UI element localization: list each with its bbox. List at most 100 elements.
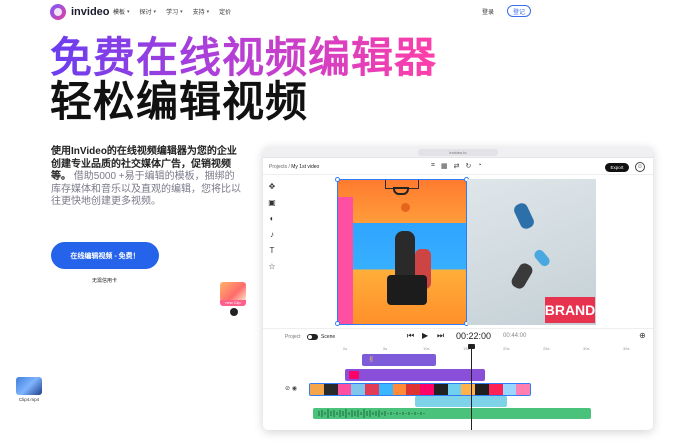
image-icon[interactable]: ▣ [267, 197, 277, 208]
playhead[interactable] [468, 344, 475, 430]
menu-item-templates[interactable]: 模板 ▾ [113, 7, 130, 17]
editor-sidebar: ✥ ▣ ◐ ♪ T ☆ [267, 181, 277, 272]
shoes-clip-preview[interactable]: BRAND [467, 179, 596, 325]
menu-item-pricing[interactable]: 定价 [219, 7, 231, 16]
film-frame [488, 384, 503, 395]
scene-shape [509, 261, 535, 291]
login-link[interactable]: 登录 [482, 7, 494, 16]
timer-icon[interactable]: ◔ [477, 162, 481, 170]
skip-back-icon[interactable]: ⏮ [407, 331, 414, 341]
timeline: 0s 5s 10s 15s 20s 25s 30s 35s ✌ ⊘ ◉ [263, 344, 653, 430]
chevron-down-icon: ▾ [153, 8, 157, 15]
swap-icon[interactable]: ⇄ [454, 162, 460, 170]
new-clip-label: new Clip [220, 300, 246, 306]
scene-shape [512, 201, 536, 231]
film-frame [323, 384, 338, 395]
selection-box[interactable] [335, 177, 469, 326]
secondary-clip-track[interactable] [415, 396, 507, 407]
invideo-logo-icon [50, 4, 66, 20]
menu-item-explore[interactable]: 探讨 ▾ [139, 7, 157, 17]
brand-name: invideo [71, 6, 110, 18]
signup-button[interactable]: 登记 [507, 5, 531, 17]
clip-thumbnail [16, 377, 42, 395]
hero-title-line1: 免费在线视频编辑器 [50, 34, 438, 81]
ruler-tick: 5s [383, 346, 388, 351]
video-canvas: BRAND [335, 177, 596, 326]
description-muted: 借助5000 +易于编辑的模板，捆绑的库存媒体和音乐以及直观的编辑，您将比以往更… [51, 171, 241, 207]
film-frame [447, 384, 462, 395]
text-layer-track[interactable]: ✌ [362, 354, 436, 366]
waveform-graphic [318, 409, 425, 418]
menu-item-learn[interactable]: 学习 ▾ [166, 7, 183, 17]
ruler-tick: 10s [423, 346, 430, 351]
breadcrumb-current-project: My 1st video [291, 164, 320, 170]
skip-forward-icon[interactable]: ⏭ [437, 331, 444, 341]
sticker-icon[interactable]: ☆ [267, 261, 277, 272]
layout-icon[interactable]: ⌗ [431, 162, 435, 170]
top-nav: invideo 模板 ▾ 探讨 ▾ 学习 ▾ 支持 ▾ 定价 登录 登记 [0, 0, 691, 24]
clip-thumbnail [220, 282, 246, 301]
chevron-down-icon: ▾ [127, 8, 130, 15]
text-icon[interactable]: T [267, 245, 277, 256]
drag-cursor-icon [230, 308, 238, 316]
editor-window: invideo.io Projects / My 1st video ⌗ ▦ ⇄… [263, 147, 653, 430]
edit-video-free-button[interactable]: 在线编辑视频 - 免费！ [51, 242, 159, 269]
film-frame [420, 384, 434, 395]
breadcrumb-projects[interactable]: Projects [269, 164, 287, 170]
move-icon[interactable]: ✥ [267, 181, 277, 192]
breadcrumb: Projects / My 1st video [269, 164, 319, 170]
play-icon[interactable]: ▶ [422, 331, 428, 340]
film-frame [392, 384, 407, 395]
project-scene-toggle[interactable] [307, 334, 318, 340]
resize-handle[interactable] [335, 321, 340, 326]
total-time: 00:44:00 [503, 333, 527, 339]
ruler-tick: 35s [623, 346, 630, 351]
film-frame [365, 384, 379, 395]
overlay-thumb [349, 371, 359, 379]
chevron-down-icon: ▾ [180, 8, 183, 15]
film-frame [475, 384, 489, 395]
lock-icon[interactable]: ⊘ ◉ [285, 385, 297, 392]
export-button[interactable]: Export [605, 163, 629, 172]
video-clip-track[interactable] [309, 383, 531, 396]
overlay-track[interactable] [345, 369, 485, 381]
chevron-down-icon: ▾ [206, 8, 210, 15]
scene-shape [532, 247, 552, 269]
music-icon[interactable]: ♪ [267, 229, 277, 240]
scene-toggle-label: Scene [321, 334, 336, 340]
menu-label: 探讨 [139, 10, 152, 16]
brand-text-overlay[interactable]: BRAND [545, 297, 595, 323]
film-frame [502, 384, 517, 395]
film-frame [310, 384, 324, 395]
address-bar: invideo.io [418, 149, 498, 156]
redo-icon[interactable]: ↻ [465, 162, 471, 170]
browser-chrome: invideo.io [263, 147, 653, 158]
palette-icon[interactable]: ◐ [267, 213, 277, 224]
menu-label: 定价 [219, 10, 232, 16]
breadcrumb-separator: / [288, 164, 290, 170]
playback-bar: Project Scene ⏮ ▶ ⏭ 00:22:00 00:44:00 ⊕ [263, 328, 653, 344]
user-icon[interactable]: ☺ [635, 162, 645, 172]
zoom-icon[interactable]: ⊕ [639, 331, 646, 340]
hero-title-line2: 轻松编辑视频 [50, 78, 309, 125]
project-toggle-label: Project [285, 334, 301, 340]
new-clip-card[interactable]: new Clip [220, 282, 246, 310]
film-frame [461, 384, 475, 395]
clip4-file-card[interactable]: Clip4.mp4 [16, 377, 42, 407]
editor-toolbar: Projects / My 1st video ⌗ ▦ ⇄ ↻ ◔ Export… [263, 158, 653, 175]
film-frame [433, 384, 448, 395]
audio-track[interactable] [313, 408, 591, 419]
brand-logo[interactable]: invideo [50, 4, 110, 20]
grid-icon[interactable]: ▦ [441, 162, 448, 170]
menu-label: 支持 [192, 10, 205, 16]
edit-tools: ⌗ ▦ ⇄ ↻ ◔ [431, 162, 482, 170]
clip4-label: Clip4.mp4 [18, 397, 40, 402]
ruler-tick: 30s [583, 346, 590, 351]
emoji-sticker-icon: ✌ [368, 355, 375, 364]
resize-handle[interactable] [335, 177, 340, 182]
time-ruler: 0s 5s 10s 15s 20s 25s 30s 35s [303, 346, 648, 352]
film-frame [516, 384, 530, 395]
menu-item-support[interactable]: 支持 ▾ [192, 7, 210, 17]
film-frame [351, 384, 365, 395]
film-frame [337, 384, 352, 395]
